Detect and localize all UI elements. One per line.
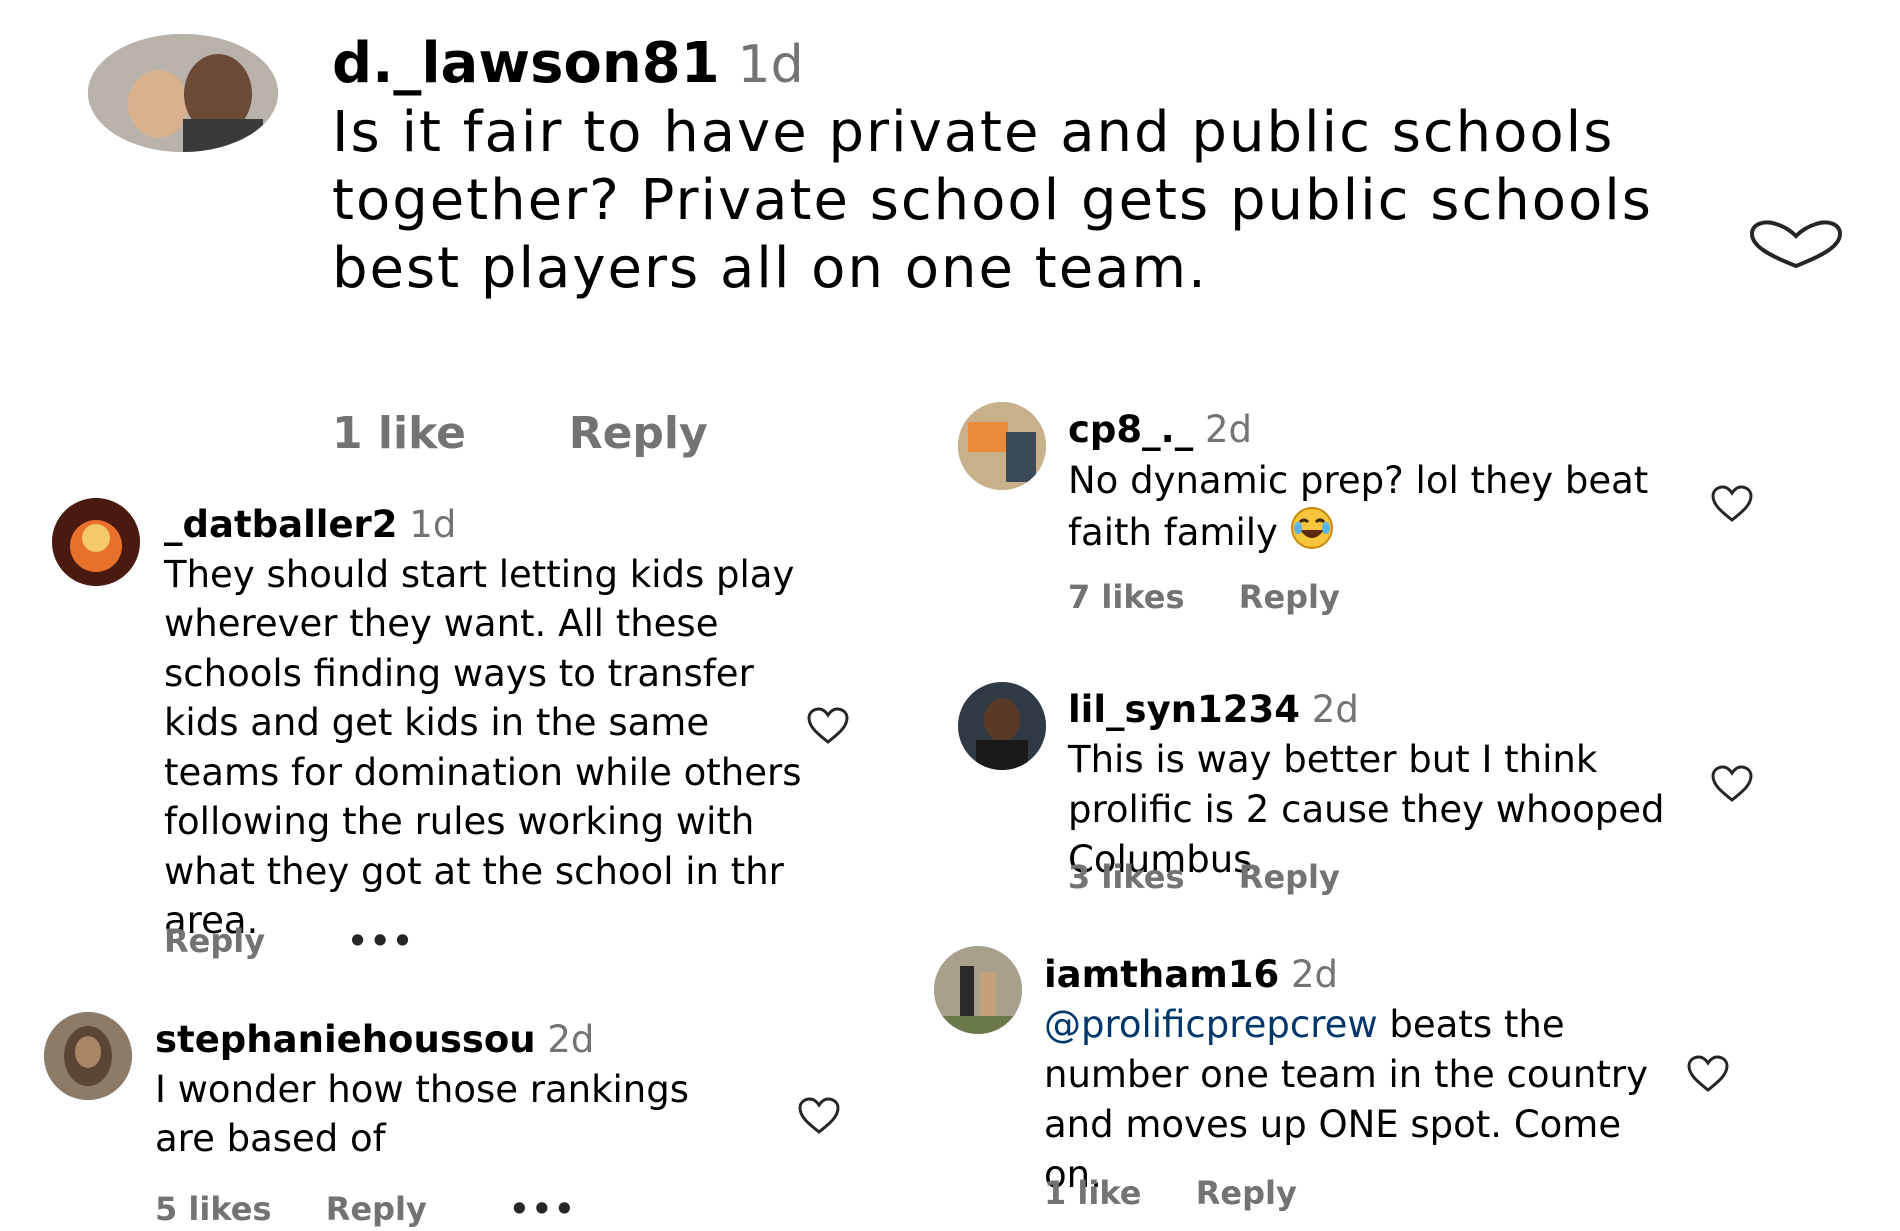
avatar[interactable]: [88, 34, 278, 152]
comment-text-body: No dynamic prep? lol they beat faith fam…: [1068, 459, 1649, 554]
likes-count[interactable]: 1 like: [332, 408, 466, 459]
reply-button[interactable]: Reply: [569, 408, 708, 459]
username[interactable]: lil_syn1234: [1068, 688, 1300, 731]
username[interactable]: cp8_._: [1068, 408, 1193, 451]
laughing-emoji-icon: [1290, 506, 1334, 563]
more-dots-icon[interactable]: •••: [509, 1190, 576, 1228]
avatar[interactable]: [44, 1012, 132, 1100]
comment-text: @prolificprepcrew beats the number one t…: [1044, 1000, 1659, 1200]
heart-outline-icon[interactable]: [1710, 764, 1754, 804]
avatar[interactable]: [958, 682, 1046, 770]
mention-link[interactable]: @prolificprepcrew: [1044, 1003, 1378, 1046]
avatar[interactable]: [958, 402, 1046, 490]
heart-outline-icon[interactable]: [1710, 484, 1754, 524]
comment-actions: 5 likes Reply •••: [155, 1190, 577, 1228]
username[interactable]: d._lawson81: [332, 31, 720, 96]
timestamp: 2d: [547, 1018, 595, 1061]
comment-text: I wonder how those rankings are based of: [155, 1067, 690, 1161]
likes-count[interactable]: 1 like: [1044, 1174, 1141, 1212]
username[interactable]: _datballer2: [164, 503, 398, 546]
heart-outline-icon[interactable]: [797, 1096, 841, 1136]
more-dots-icon[interactable]: •••: [347, 922, 414, 960]
comment-text: Is it fair to have private and public sc…: [332, 100, 1653, 301]
comment-actions: 3 likes Reply: [1068, 858, 1340, 896]
avatar[interactable]: [934, 946, 1022, 1034]
reply-button[interactable]: Reply: [1239, 578, 1340, 616]
username[interactable]: iamtham16: [1044, 953, 1279, 996]
username[interactable]: stephaniehoussou: [155, 1018, 536, 1061]
comment-text: No dynamic prep? lol they beat faith fam…: [1068, 455, 1708, 563]
reply-button[interactable]: Reply: [164, 922, 265, 960]
timestamp: 1d: [737, 35, 804, 95]
avatar[interactable]: [52, 498, 140, 586]
comment-actions: Reply •••: [164, 922, 415, 960]
comment-text: They should start letting kids play wher…: [164, 552, 802, 943]
timestamp: 1d: [409, 503, 457, 546]
comment-actions: 7 likes Reply: [1068, 578, 1340, 616]
heart-outline-icon[interactable]: [806, 706, 850, 746]
likes-count[interactable]: 5 likes: [155, 1190, 272, 1228]
reply-button[interactable]: Reply: [1239, 858, 1340, 896]
likes-count[interactable]: 7 likes: [1068, 578, 1185, 616]
comment-actions: 1 like Reply: [332, 408, 708, 459]
heart-outline-icon[interactable]: [1748, 218, 1844, 270]
comment-actions: 1 like Reply: [1044, 1174, 1297, 1212]
reply-button[interactable]: Reply: [1196, 1174, 1297, 1212]
reply-button[interactable]: Reply: [326, 1190, 427, 1228]
timestamp: 2d: [1204, 408, 1253, 451]
likes-count[interactable]: 3 likes: [1068, 858, 1185, 896]
timestamp: 2d: [1291, 953, 1339, 996]
timestamp: 2d: [1311, 688, 1359, 731]
heart-outline-icon[interactable]: [1686, 1054, 1730, 1094]
